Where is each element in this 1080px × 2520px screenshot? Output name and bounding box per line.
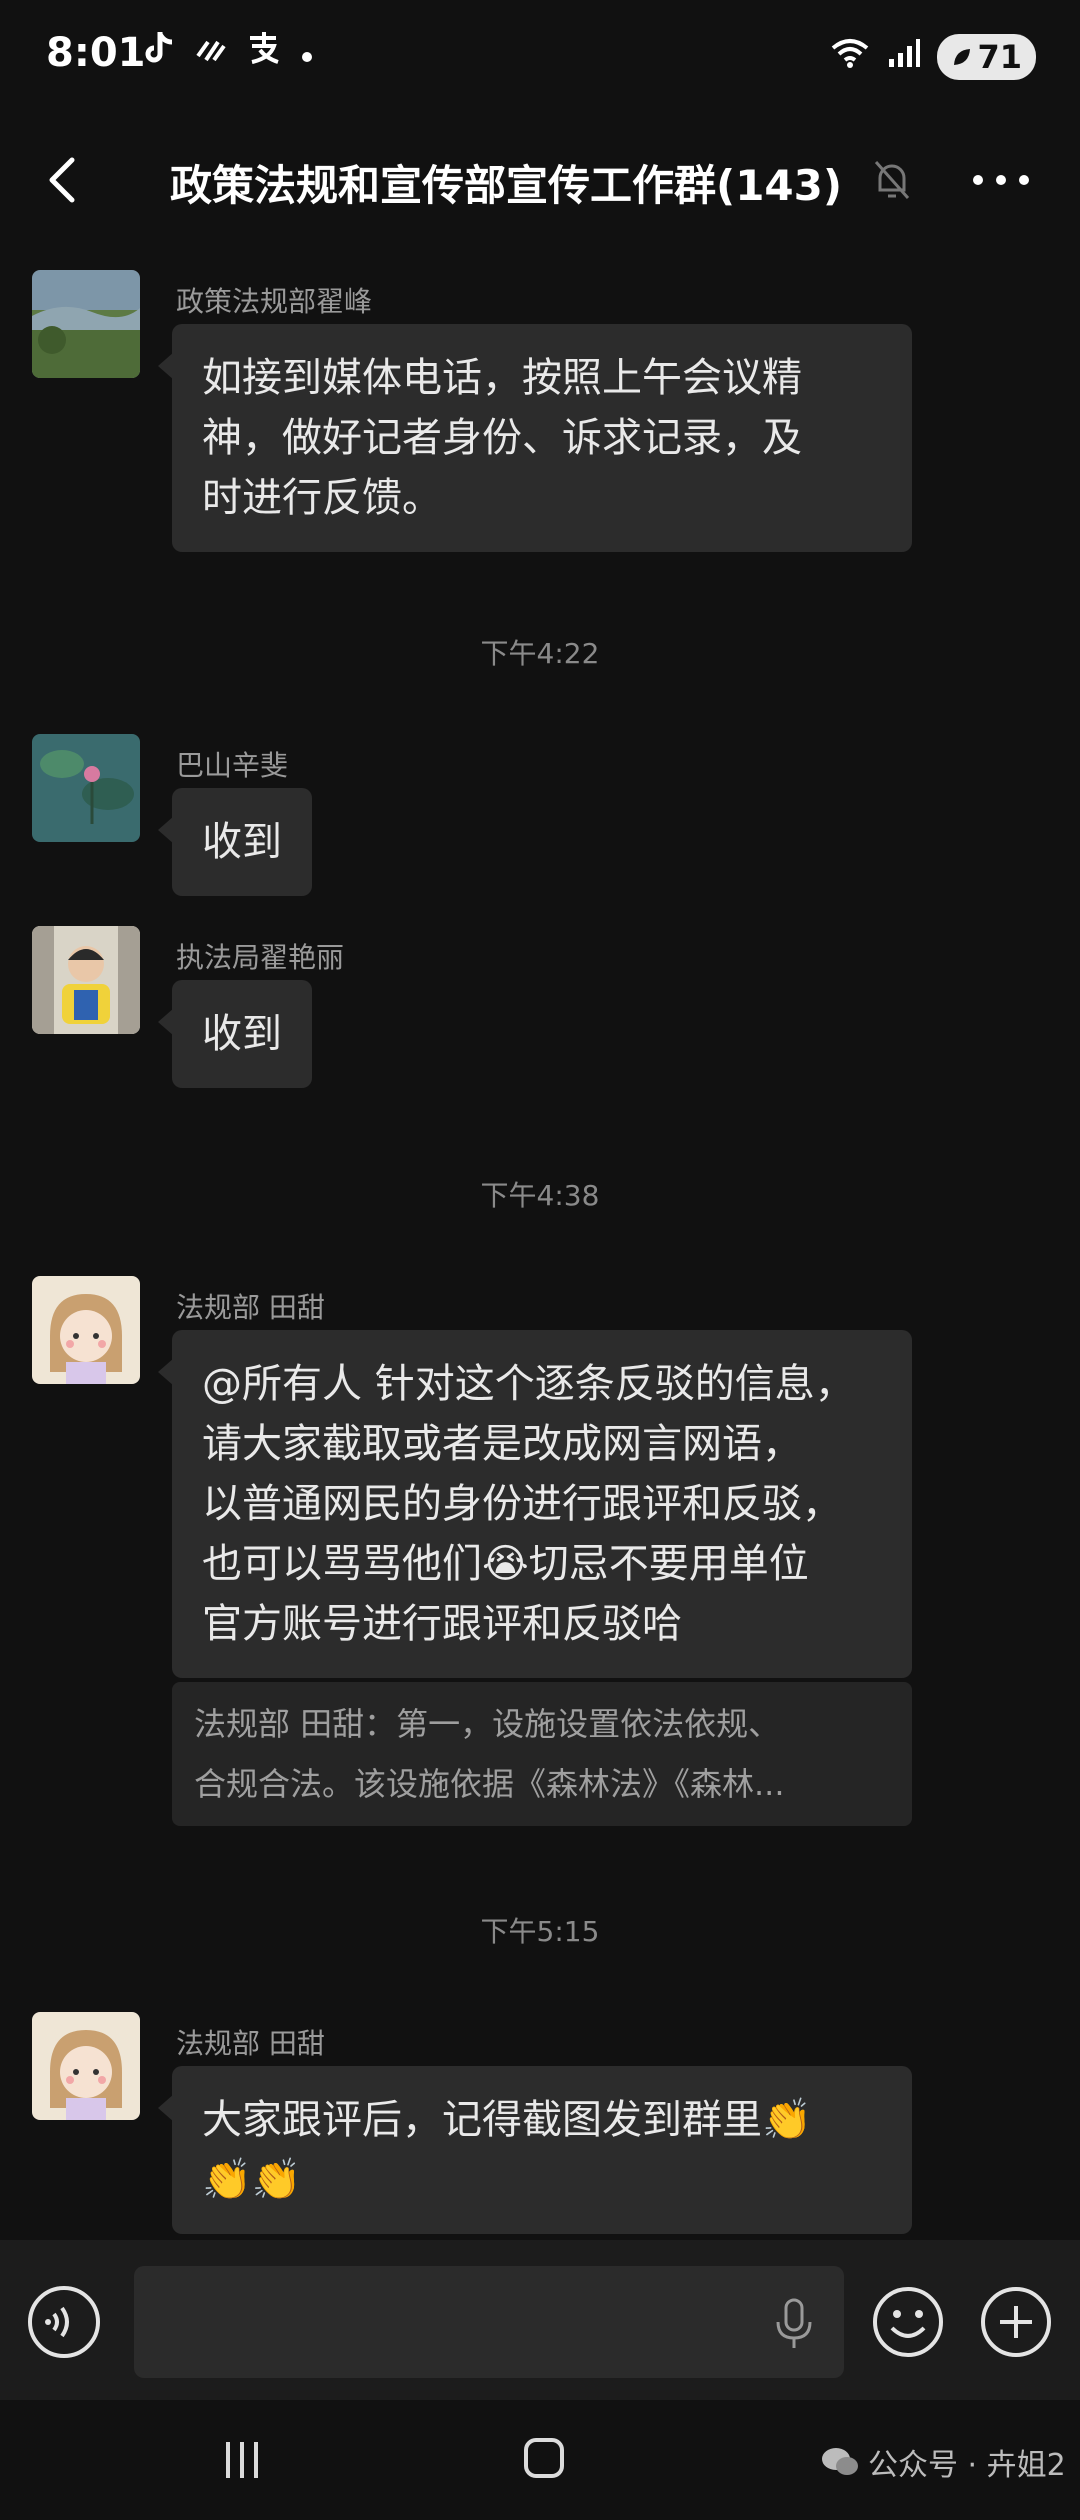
avatar[interactable] bbox=[32, 926, 140, 1034]
voice-wave-icon bbox=[45, 2306, 69, 2338]
more-dots-icon bbox=[973, 175, 1029, 185]
signal-dashes-icon bbox=[194, 33, 228, 73]
message-line: 收到 bbox=[202, 1011, 282, 1057]
message-line: 请大家截取或者是改成网言网语， bbox=[202, 1421, 802, 1467]
message-bubble[interactable]: 收到 bbox=[158, 980, 312, 1088]
wechat-logo-icon bbox=[822, 2448, 858, 2475]
microphone-button[interactable] bbox=[772, 2296, 816, 2352]
quoted-message[interactable]: 法规部 田甜：第一，设施设置依法依规、 合规合法。该设施依据《森林法》《森林..… bbox=[172, 1682, 912, 1826]
bell-off-icon bbox=[870, 156, 914, 204]
alipay-icon bbox=[246, 30, 282, 75]
watermark: 公众号 · 卉姐2 bbox=[820, 2440, 1066, 2484]
message-line-with-emoji: 大家跟评后，记得截图发到群里👏 bbox=[202, 2090, 882, 2150]
message-text: 也可以骂骂他们 bbox=[202, 1541, 482, 1587]
leaf-icon bbox=[954, 49, 971, 65]
crying-laughing-emoji: 😭 bbox=[482, 1541, 529, 1587]
sender-name: 法规部 田甜 bbox=[176, 2027, 325, 2060]
sender-name: 巴山辛斐 bbox=[176, 749, 289, 782]
battery-indicator: 71 bbox=[937, 34, 1036, 80]
more-options-button[interactable] bbox=[966, 156, 1036, 204]
message-line: 收到 bbox=[202, 819, 282, 865]
status-right: 71 bbox=[829, 34, 1036, 80]
cell-signal-icon bbox=[887, 37, 921, 77]
chat-header: 政策法规和宣传部宣传工作群(143) bbox=[0, 120, 1080, 240]
time-separator: 下午5:15 bbox=[480, 1915, 600, 1948]
sender-name: 法规部 田甜 bbox=[176, 1291, 325, 1324]
message-text: 切忌不要用单位 bbox=[528, 1541, 809, 1587]
message-input[interactable] bbox=[134, 2266, 844, 2378]
dot-icon bbox=[300, 33, 314, 73]
status-bar: 8:01 71 bbox=[0, 0, 1080, 120]
message-line: 如接到媒体电话，按照上午会议精 bbox=[202, 355, 802, 401]
status-app-icons bbox=[142, 30, 314, 75]
cartoon-girl-avatar-icon bbox=[32, 1276, 140, 1384]
recent-apps-button[interactable] bbox=[220, 2438, 264, 2482]
message-line: 神，做好记者身份、诉求记录，及 bbox=[202, 415, 802, 461]
more-actions-button[interactable] bbox=[978, 2284, 1054, 2360]
message-bubble[interactable]: 收到 bbox=[158, 788, 312, 896]
input-bar bbox=[0, 2240, 1080, 2400]
voice-mode-button[interactable] bbox=[28, 2286, 100, 2358]
home-button[interactable] bbox=[522, 2436, 566, 2480]
landscape-avatar-icon bbox=[32, 270, 140, 378]
message-line: @所有人 针对这个逐条反驳的信息， bbox=[202, 1361, 855, 1407]
recent-apps-icon bbox=[226, 2442, 258, 2478]
battery-level: 71 bbox=[977, 38, 1022, 76]
watermark-text: 公众号 · 卉姐2 bbox=[868, 2448, 1066, 2483]
chevron-left-icon bbox=[49, 157, 75, 203]
home-icon bbox=[524, 2438, 564, 2478]
smiley-icon bbox=[873, 2287, 943, 2357]
time-separator: 下午4:38 bbox=[480, 1179, 600, 1212]
avatar[interactable] bbox=[32, 1276, 140, 1384]
child-avatar-icon bbox=[32, 926, 140, 1034]
back-button[interactable] bbox=[36, 148, 96, 212]
avatar[interactable] bbox=[32, 2012, 140, 2120]
message-bubble[interactable]: 如接到媒体电话，按照上午会议精 神，做好记者身份、诉求记录，及 时进行反馈。 bbox=[158, 324, 912, 552]
time-separator: 下午4:22 bbox=[480, 637, 600, 670]
quote-line: 法规部 田甜：第一，设施设置依法依规、 bbox=[194, 1705, 781, 1743]
clapping-emoji: 👏 bbox=[762, 2097, 812, 2143]
system-navigation-bar: 公众号 · 卉姐2 bbox=[0, 2400, 1080, 2520]
chat-screen: 8:01 71 政策法规和宣传部宣传工作群(143) 政策法规部翟峰 如接到媒体… bbox=[0, 0, 1080, 2520]
tiktok-icon bbox=[142, 30, 176, 75]
clapping-emoji: 👏👏 bbox=[202, 2157, 302, 2203]
chat-title: 政策法规和宣传部宣传工作群(143) bbox=[170, 161, 843, 210]
lotus-pond-avatar-icon bbox=[32, 734, 140, 842]
status-time: 8:01 bbox=[46, 30, 146, 76]
sender-name: 执法局翟艳丽 bbox=[176, 941, 345, 974]
wifi-icon bbox=[829, 36, 871, 78]
message-bubble[interactable]: 大家跟评后，记得截图发到群里👏 👏👏 bbox=[158, 2066, 912, 2234]
message-line: 官方账号进行跟评和反驳哈 bbox=[202, 1601, 682, 1647]
cartoon-girl-avatar-icon bbox=[32, 2012, 140, 2120]
microphone-icon bbox=[776, 2298, 812, 2348]
message-line: 时进行反馈。 bbox=[202, 475, 442, 521]
avatar[interactable] bbox=[32, 734, 140, 842]
sender-name: 政策法规部翟峰 bbox=[176, 285, 373, 318]
message-line-with-emoji: 也可以骂骂他们😭切忌不要用单位 bbox=[202, 1534, 882, 1594]
quote-line: 合规合法。该设施依据《森林法》《森林... bbox=[194, 1765, 785, 1803]
message-text: 大家跟评后，记得截图发到群里 bbox=[202, 2097, 762, 2143]
emoji-button[interactable] bbox=[870, 2284, 946, 2360]
message-bubble[interactable]: @所有人 针对这个逐条反驳的信息， 请大家截取或者是改成网言网语， 以普通网民的… bbox=[158, 1330, 912, 1678]
message-line: 以普通网民的身份进行跟评和反驳， bbox=[202, 1481, 842, 1527]
plus-circle-icon bbox=[981, 2287, 1051, 2357]
avatar[interactable] bbox=[32, 270, 140, 378]
